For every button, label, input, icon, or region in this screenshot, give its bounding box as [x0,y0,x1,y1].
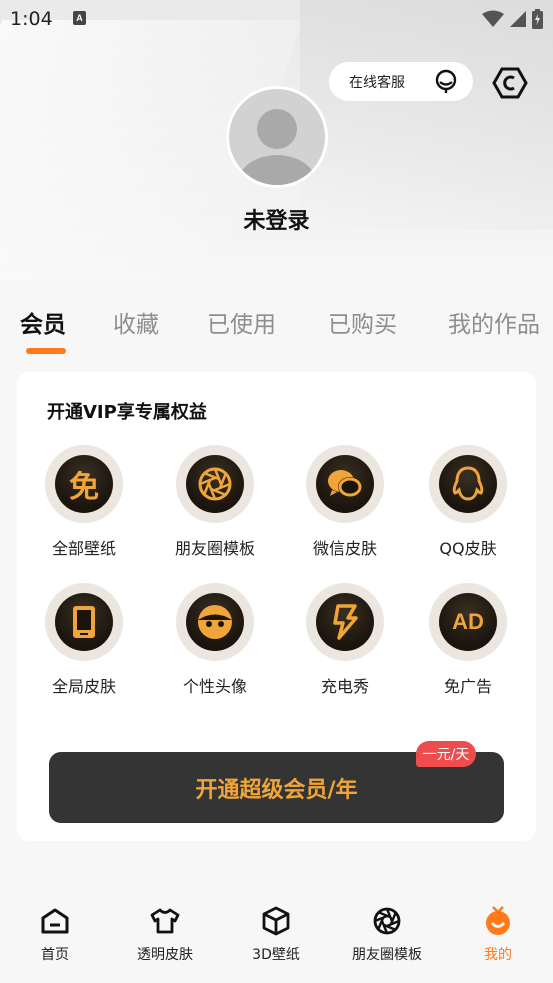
tab-indicator [26,348,66,354]
tab-used[interactable]: 已使用 [207,305,276,339]
perk-label: 微信皮肤 [312,539,377,558]
shirt-icon [150,908,180,934]
perk-moments-template[interactable]: 朋友圈模板 [155,445,275,559]
cube-icon [262,906,290,936]
nav-transparent-skin[interactable]: 透明皮肤 [110,906,220,964]
vip-card-title: 开通VIP享专属权益 [47,402,207,423]
username[interactable]: 未登录 [0,203,553,235]
perk-label: 全局皮肤 [51,677,116,696]
perk-no-ads[interactable]: AD 免广告 [408,583,528,697]
face-icon [198,605,232,639]
default-avatar-icon [237,109,317,185]
wifi-icon [482,10,504,27]
signal-icon [510,11,526,27]
online-service-button[interactable]: 在线客服 [329,62,473,101]
perk-label: 充电秀 [320,677,369,696]
status-time: 1:04 [10,8,53,30]
home-icon [41,908,69,934]
status-bar: 1:04 A [0,0,553,38]
nav-label: 我的 [484,947,512,963]
battery-icon [532,9,543,29]
avatar[interactable] [226,86,328,188]
nav-moments-template[interactable]: 朋友圈模板 [332,906,442,964]
wechat-icon [328,470,362,497]
ad-free-icon: AD [452,609,484,634]
online-service-label: 在线客服 [349,74,405,91]
nav-mine[interactable]: 我的 [443,906,553,964]
aperture-icon [373,907,401,935]
perk-all-wallpapers[interactable]: 免 全部壁纸 [24,445,144,559]
perk-global-skin[interactable]: 全局皮肤 [24,583,144,697]
notification-icon: A [73,11,86,25]
perk-qq-skin[interactable]: QQ皮肤 [408,445,528,559]
status-icons [482,8,543,30]
bottom-navigation: 首页 透明皮肤 3D壁纸 朋友圈模板 我的 [0,888,553,983]
perk-label: 免广告 [443,677,492,696]
nav-label: 朋友圈模板 [352,947,422,963]
headset-icon [435,69,457,93]
perk-label: 个性头像 [182,677,247,696]
nav-label: 透明皮肤 [137,947,193,963]
perk-label: QQ皮肤 [439,539,497,558]
settings-icon [492,67,528,99]
nav-home[interactable]: 首页 [0,906,110,964]
price-badge: 一元/天 [416,741,476,767]
settings-button[interactable] [492,66,528,100]
perk-custom-avatar[interactable]: 个性头像 [155,583,275,697]
profile-icon [486,906,510,935]
nav-label: 首页 [41,947,69,963]
qq-icon [452,466,484,501]
perk-charging-show[interactable]: 充电秀 [285,583,405,697]
perk-label: 全部壁纸 [51,539,116,558]
phone-icon [73,606,95,638]
nav-3d-wallpaper[interactable]: 3D壁纸 [221,906,331,964]
vip-benefits-card: 开通VIP享专属权益 免 全部壁纸 朋友圈模板 微信皮肤 QQ皮肤 全局皮肤 个… [17,372,536,841]
perk-label: 朋友圈模板 [174,539,255,558]
aperture-icon [198,467,232,501]
profile-tabs: 会员 收藏 已使用 已购买 我的作品 [0,305,553,355]
tab-purchased[interactable]: 已购买 [328,305,397,339]
nav-label: 3D壁纸 [252,947,300,963]
free-icon: 免 [69,470,99,505]
tab-my-works[interactable]: 我的作品 [448,305,540,339]
tab-member[interactable]: 会员 [20,305,66,339]
lightning-icon [333,604,358,640]
perk-wechat-skin[interactable]: 微信皮肤 [285,445,405,559]
tab-favorites[interactable]: 收藏 [113,305,159,339]
